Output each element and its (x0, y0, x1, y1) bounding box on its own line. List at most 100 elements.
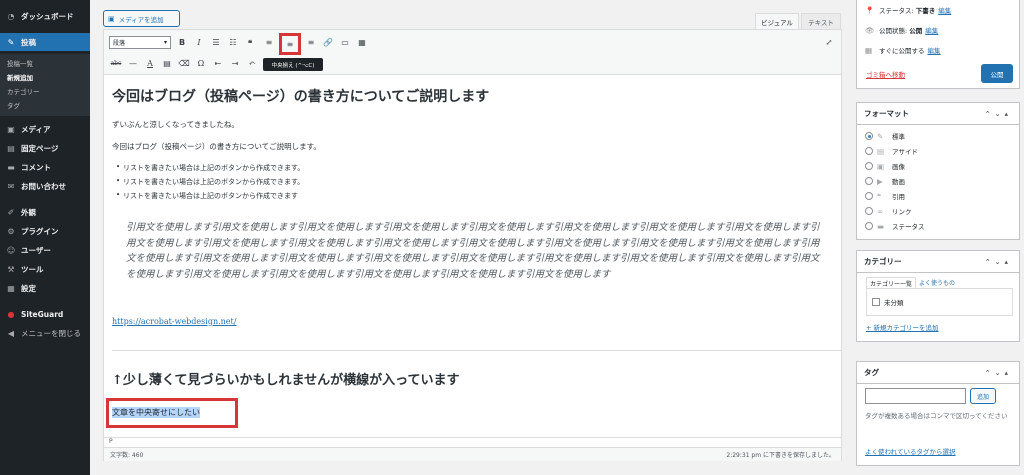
word-count: 文字数: 460 (110, 452, 144, 459)
radio-button[interactable] (865, 162, 873, 170)
format-select[interactable]: 段落 ▾ (109, 36, 171, 49)
publish-box: 📍 ステータス: 下書き 編集 👁 公開状態: 公開 編集 ▦ すぐに公開する 編集 ゴミ箱… (856, 0, 1020, 89)
blockquote: 引用文を使用します引用文を使用します引用文を使用します引用文を使用します引用文を… (126, 222, 820, 280)
bullet-list-icon[interactable]: ☰ (209, 36, 223, 49)
blockquote-icon[interactable]: ❝ (243, 36, 257, 49)
submenu-tags[interactable]: タグ (7, 100, 20, 110)
format-option-standard[interactable]: ✎ 標準 (865, 131, 905, 141)
tab-visual[interactable]: ビジュアル (755, 13, 799, 30)
menu-dashboard[interactable]: ◔ ダッシュボード (0, 7, 90, 25)
quote-icon: ❝ (877, 191, 882, 201)
category-list: 未分類 (866, 288, 1013, 316)
bold-icon[interactable]: B (175, 36, 189, 49)
menu-plugins[interactable]: ⚙ プラグイン (0, 222, 90, 240)
format-box-header[interactable]: フォーマット ⌃⌄▴ (857, 103, 1019, 125)
menu-contact[interactable]: ✉ お問い合わせ (0, 177, 90, 195)
tab-text[interactable]: テキスト (801, 13, 841, 30)
tag-box-header[interactable]: タグ ⌃⌄▴ (857, 362, 1019, 384)
tag-help-text: タグが複数ある場合はコンマで区切ってください (865, 412, 1008, 420)
list-item: リストを書きたい場合は上記のボタンから作成できます。 (116, 177, 304, 187)
element-path: P (104, 437, 841, 447)
undo-icon[interactable]: ↶ (245, 57, 259, 70)
toolbar-toggle-icon[interactable]: ▦ (355, 36, 369, 49)
radio-button[interactable] (865, 207, 873, 215)
selected-text[interactable]: 文章を中央寄せにしたい (112, 407, 200, 418)
menu-appearance[interactable]: ✐ 外観 (0, 203, 90, 221)
menu-posts[interactable]: ✎ 投稿 (0, 33, 90, 51)
content-link[interactable]: https://acrobat-webdesign.net/ (112, 317, 236, 326)
category-checkbox[interactable] (872, 298, 880, 306)
menu-siteguard[interactable]: ● SiteGuard (0, 305, 90, 323)
paragraph-2: 今回はブログ（投稿ページ）の書き方についてご説明します。 (112, 142, 321, 151)
comment-icon: ▬ (7, 162, 15, 172)
move-to-trash-link[interactable]: ゴミ箱へ移動 (866, 69, 905, 79)
category-box-header[interactable]: カテゴリー ⌃⌄▴ (857, 251, 1019, 273)
post-heading: 今回はブログ（投稿ページ）の書き方についてご説明します (112, 89, 490, 105)
add-media-button[interactable]: ▣ メディアを追加 (103, 10, 180, 27)
text-color-icon[interactable]: A (143, 57, 157, 70)
menu-users[interactable]: ☺ ユーザー (0, 241, 90, 259)
indent-icon[interactable]: ⇥ (228, 57, 242, 70)
submenu-all-posts[interactable]: 投稿一覧 (7, 58, 33, 68)
format-option-aside[interactable]: ▤ アサイド (865, 146, 918, 156)
read-more-icon[interactable]: ▭ (338, 36, 352, 49)
format-option-quote[interactable]: ❝ 引用 (865, 191, 905, 201)
editor-toolbar: 段落 ▾ B I ☰ ☷ ❝ ≡ ≡ ≡ 🔗 ▭ ▦ ⤢ abc — A ▤ ⌫ … (104, 30, 841, 75)
selection-highlight-box: 文章を中央寄せにしたい (106, 398, 238, 428)
calendar-icon: ▦ (865, 45, 873, 55)
clear-format-icon[interactable]: ⌫ (177, 57, 191, 70)
link-icon[interactable]: 🔗 (321, 36, 335, 49)
brush-icon: ✐ (7, 207, 15, 217)
plugin-icon: ⚙ (7, 226, 15, 236)
horizontal-rule (112, 350, 842, 351)
radio-button[interactable] (865, 177, 873, 185)
menu-media[interactable]: ▣ メディア (0, 120, 90, 138)
tag-input[interactable] (865, 388, 966, 404)
special-char-icon[interactable]: Ω (194, 57, 208, 70)
pin-icon: 📍 (865, 5, 875, 15)
collapse-icon: ◀ (7, 328, 15, 338)
fullscreen-icon[interactable]: ⤢ (822, 36, 836, 49)
menu-settings[interactable]: ▦ 設定 (0, 279, 90, 297)
category-label: 未分類 (884, 299, 904, 307)
align-left-icon[interactable]: ≡ (262, 36, 276, 49)
format-option-link[interactable]: ∞ リンク (865, 206, 912, 216)
box-arrows-icon[interactable]: ⌃⌄▴ (985, 369, 1012, 377)
menu-pages[interactable]: ▤ 固定ページ (0, 139, 90, 157)
media-icon: ▣ (108, 14, 115, 23)
paste-text-icon[interactable]: ▤ (160, 57, 174, 70)
add-tag-button[interactable]: 追加 (970, 388, 996, 404)
outdent-icon[interactable]: ⇤ (211, 57, 225, 70)
media-icon: ▣ (7, 124, 15, 134)
radio-button[interactable] (865, 147, 873, 155)
align-center-icon[interactable]: ≡ (279, 33, 301, 55)
italic-icon[interactable]: I (192, 36, 206, 49)
horizontal-line-icon[interactable]: — (126, 57, 140, 70)
format-option-video[interactable]: ▶ 動画 (865, 176, 905, 186)
radio-button[interactable] (865, 132, 873, 140)
menu-tools[interactable]: ⚒ ツール (0, 260, 90, 278)
submenu-add-new[interactable]: 新規追加 (7, 72, 33, 82)
menu-comments[interactable]: ▬ コメント (0, 158, 90, 176)
align-right-icon[interactable]: ≡ (304, 36, 318, 49)
strikethrough-icon[interactable]: abc (109, 57, 123, 70)
edit-visibility-link[interactable]: 編集 (925, 25, 938, 35)
schedule-row: ▦ すぐに公開する 編集 (865, 45, 941, 56)
edit-schedule-link[interactable]: 編集 (928, 45, 941, 55)
add-category-link[interactable]: + 新規カテゴリーを追加 (866, 322, 939, 332)
submenu-categories[interactable]: カテゴリー (7, 86, 40, 96)
format-box: フォーマット ⌃⌄▴ ✎ 標準 ▤ アサイド ▣ 画像 ▶ 動画 ❝ 引用 ∞ リンク ▬ ステ… (856, 102, 1020, 240)
format-option-status[interactable]: ▬ ステータス (865, 221, 925, 231)
publish-button[interactable]: 公開 (981, 64, 1013, 83)
radio-button[interactable] (865, 192, 873, 200)
popular-tags-link[interactable]: よく使われているタグから選択 (865, 446, 955, 456)
edit-status-link[interactable]: 編集 (938, 5, 951, 15)
menu-collapse[interactable]: ◀ メニューを閉じる (0, 324, 90, 342)
align-center-tooltip: 中央揃え (^⌥C) (263, 58, 323, 71)
status-row: 📍 ステータス: 下書き 編集 (865, 5, 952, 16)
radio-button[interactable] (865, 222, 873, 230)
box-arrows-icon[interactable]: ⌃⌄▴ (985, 258, 1012, 266)
numbered-list-icon[interactable]: ☷ (226, 36, 240, 49)
box-arrows-icon[interactable]: ⌃⌄▴ (985, 110, 1012, 118)
format-option-image[interactable]: ▣ 画像 (865, 161, 905, 171)
